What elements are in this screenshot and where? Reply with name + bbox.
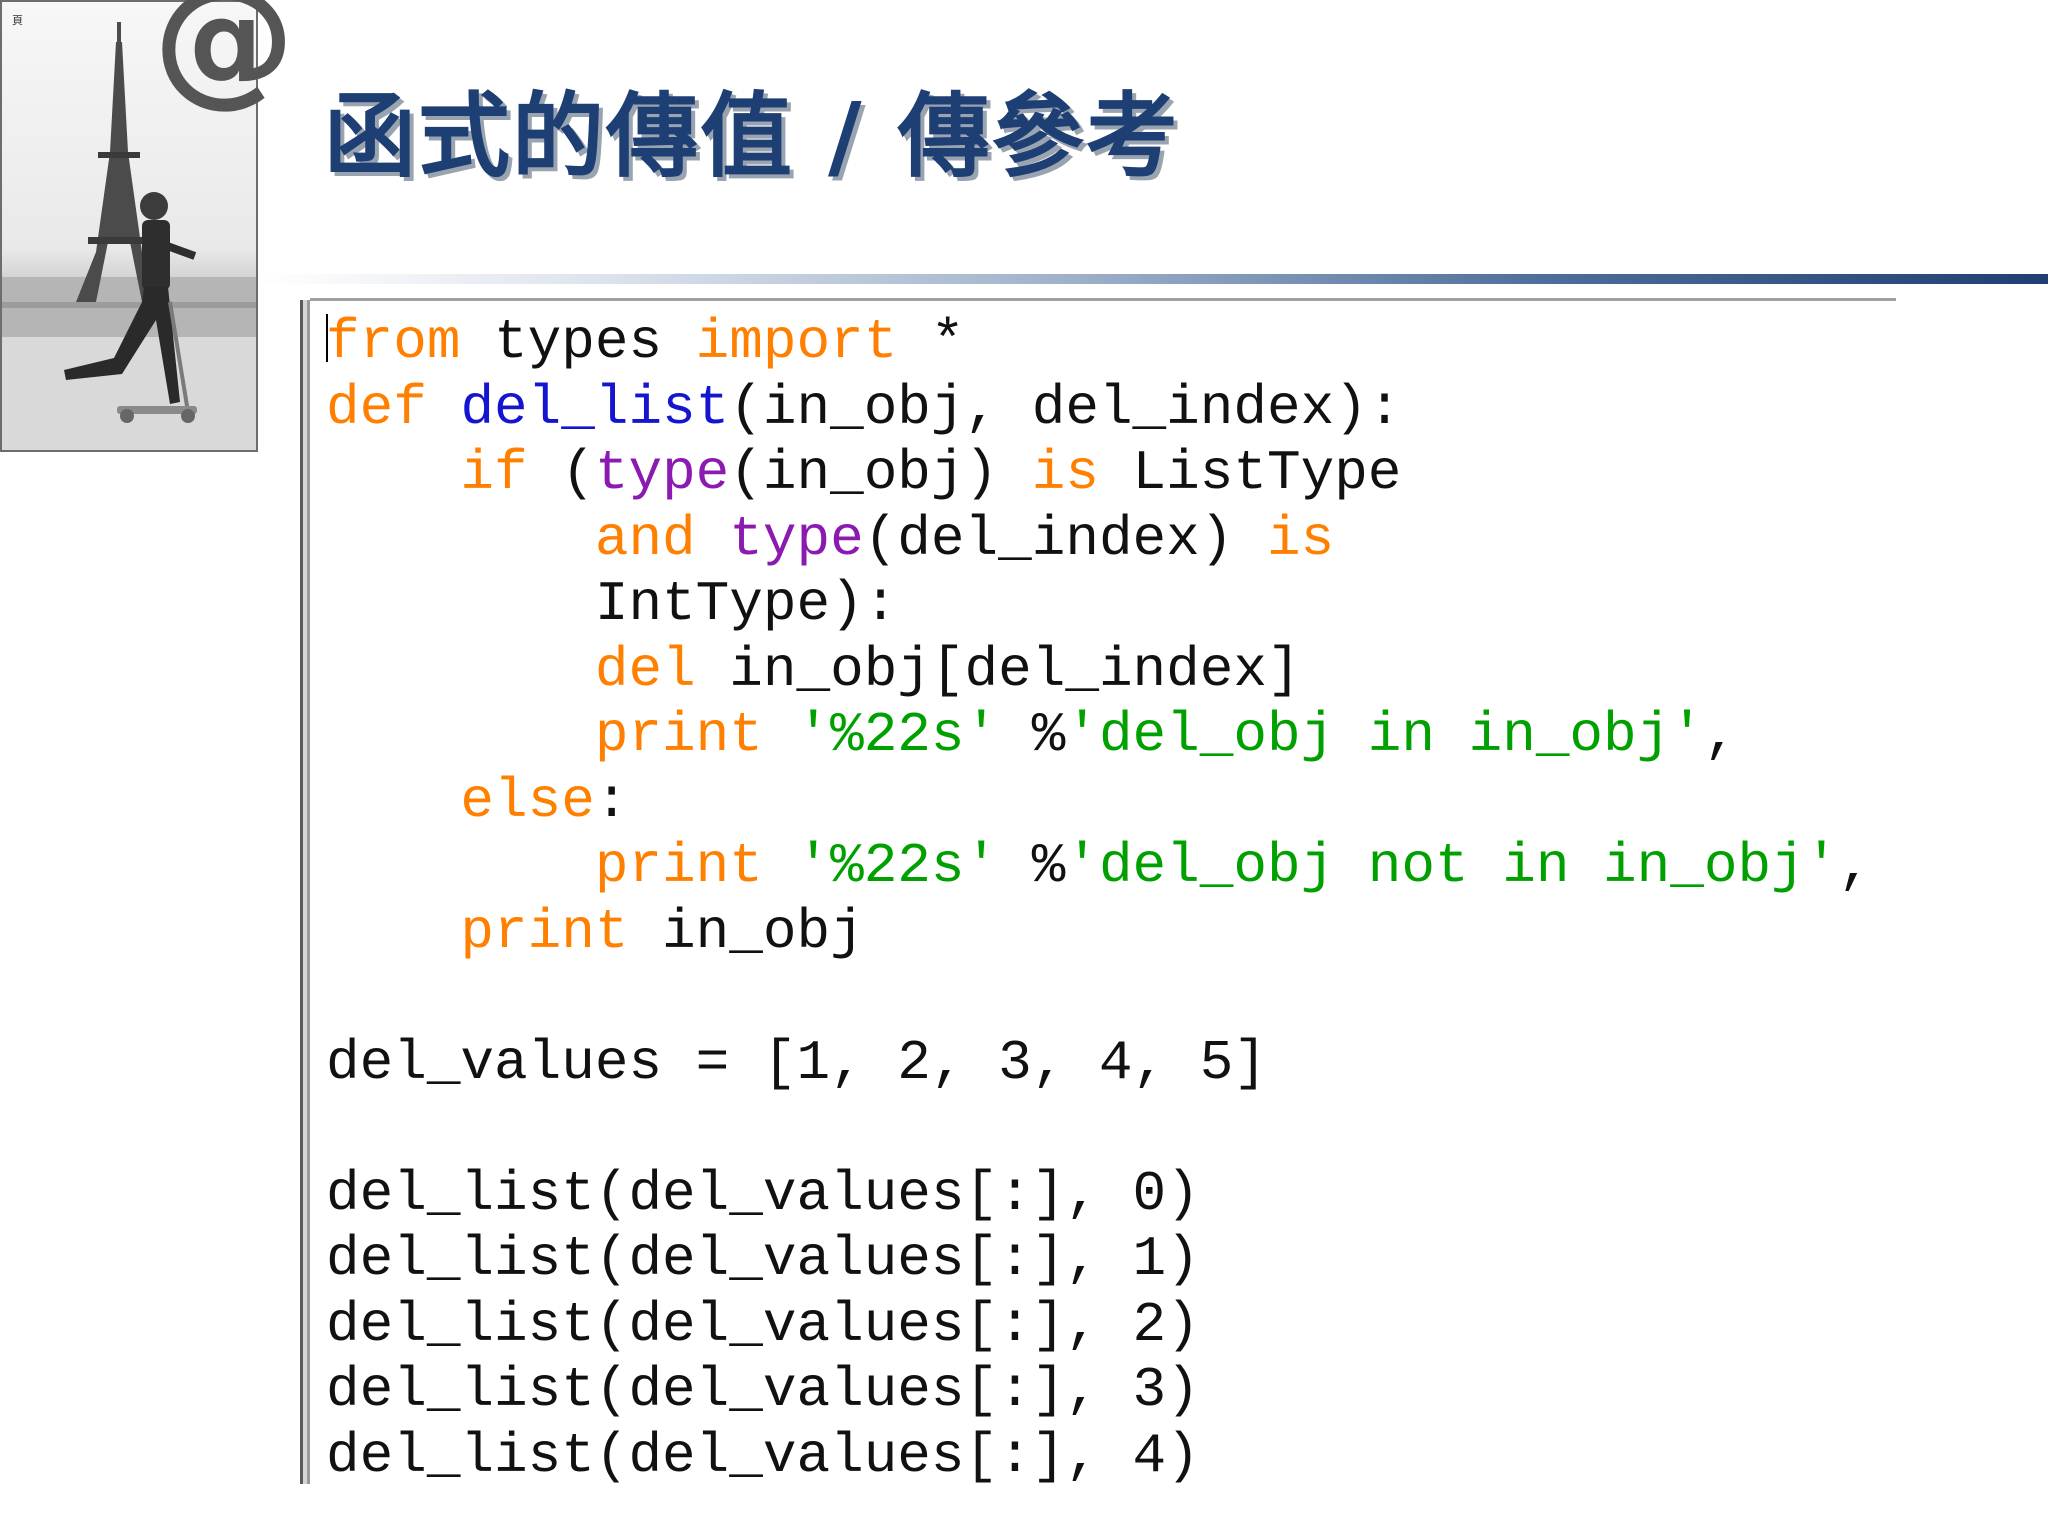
code-line: del_list(del_values[:], 1) xyxy=(326,1227,1872,1293)
code-token: (del_index) xyxy=(863,506,1267,571)
code-line: if (type(in_obj) is ListType xyxy=(326,441,1872,507)
code-token: del_list(del_values[:], 3) xyxy=(326,1358,1200,1422)
code-token: else xyxy=(460,768,595,833)
code-token: types xyxy=(460,310,696,374)
code-token: print xyxy=(460,899,629,964)
code-token: 'del_obj not in in_obj' xyxy=(1065,834,1839,898)
code-line: print '%22s' %'del_obj not in in_obj', xyxy=(326,834,1872,900)
code-token: del_values = [1, 2, 3, 4, 5] xyxy=(326,1030,1267,1095)
code-line: and type(del_index) is xyxy=(326,507,1872,573)
code-token: is xyxy=(1266,506,1335,571)
code-token: print xyxy=(594,834,763,898)
code-token: % xyxy=(998,834,1066,898)
code-panel-left-border xyxy=(300,300,310,1484)
title-divider xyxy=(258,274,2048,284)
code-token: print xyxy=(594,703,763,767)
code-token: in_obj xyxy=(628,899,864,964)
code-line: else: xyxy=(326,769,1872,835)
code-token: is xyxy=(1031,441,1099,505)
code-token: '%22s' xyxy=(796,834,999,898)
code-line: def del_list(in_obj, del_index): xyxy=(326,376,1872,442)
code-panel: from types import * def del_list(in_obj, … xyxy=(300,298,1896,1488)
code-line: del_values = [1, 2, 3, 4, 5] xyxy=(326,1031,1872,1097)
code-token: (in_obj) xyxy=(729,441,1032,505)
code-line: del in_obj[del_index] xyxy=(326,638,1872,704)
code-line: print '%22s' %'del_obj in in_obj', xyxy=(326,703,1872,769)
code-line: del_list(del_values[:], 0) xyxy=(326,1162,1872,1228)
code-line: del_list(del_values[:], 2) xyxy=(326,1293,1872,1359)
code-token: (in_obj, del_index): xyxy=(729,375,1402,440)
code-line: del_list(del_values[:], 3) xyxy=(326,1358,1872,1424)
code-line: del_list(del_values[:], 4) xyxy=(326,1424,1872,1490)
code-line: from types import * xyxy=(326,310,1872,376)
code-token: from xyxy=(326,310,461,374)
code-token: in_obj[del_index] xyxy=(695,637,1301,702)
code-block[interactable]: from types import * def del_list(in_obj, … xyxy=(326,310,1872,1489)
code-token: IntType): xyxy=(326,572,898,636)
code-panel-top-border xyxy=(310,298,1896,301)
code-token: type xyxy=(729,506,864,571)
code-token: , xyxy=(1703,703,1738,767)
code-token: 'del_obj in in_obj' xyxy=(1065,703,1704,767)
code-token: del xyxy=(594,637,696,702)
code-token: and xyxy=(594,506,696,571)
code-token: del_list(del_values[:], 1) xyxy=(326,1227,1200,1291)
code-token: : xyxy=(594,768,629,833)
slide-title: 函式的傳值 / 傳參考 xyxy=(324,83,1180,190)
code-token: ( xyxy=(527,441,595,505)
code-token: import xyxy=(695,310,898,374)
code-token: del_list(del_values[:], 2) xyxy=(326,1292,1200,1357)
code-line: IntType): xyxy=(326,572,1872,638)
code-token: del_list(del_values[:], 0) xyxy=(326,1161,1200,1226)
code-token: type xyxy=(594,441,730,505)
code-token: del_list xyxy=(460,375,730,440)
code-token: * xyxy=(897,310,965,374)
code-token: def xyxy=(326,375,427,440)
at-logo: @ xyxy=(153,0,295,121)
tiny-mark: 頁 xyxy=(12,14,23,27)
code-token: '%22s' xyxy=(796,703,999,767)
code-token: , xyxy=(1838,834,1872,898)
code-token: del_list(del_values[:], 4) xyxy=(326,1423,1200,1488)
code-token: % xyxy=(998,703,1066,767)
code-line: print in_obj xyxy=(326,900,1872,966)
code-token: ListType xyxy=(1098,441,1402,505)
code-token: if xyxy=(460,441,528,505)
